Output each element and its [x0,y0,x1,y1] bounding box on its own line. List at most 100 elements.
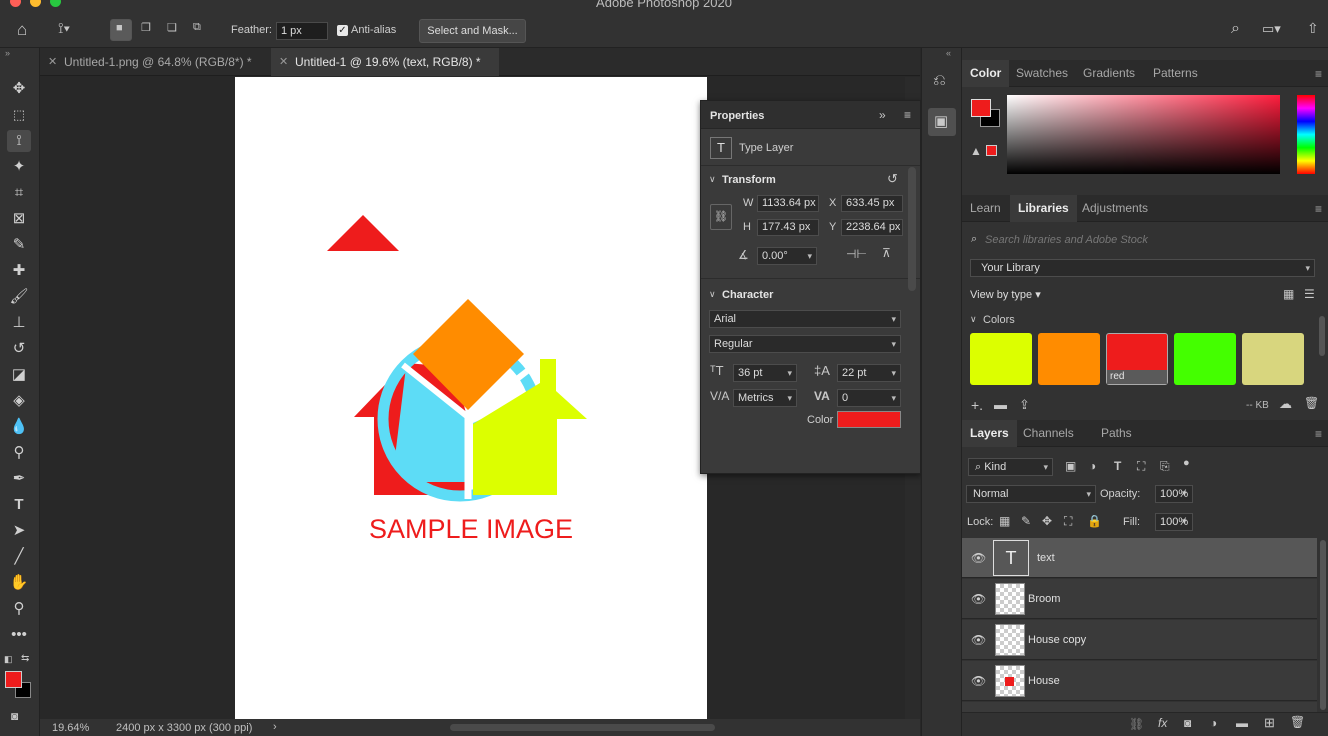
flip-vertical-icon[interactable]: ⊼ [882,246,891,260]
marquee-tool-icon[interactable]: ⬚ [7,104,31,126]
fg-color-chip[interactable] [971,99,991,117]
default-colors-icon[interactable]: ◧ [4,654,13,665]
chevron-down-icon[interactable]: ∨ [970,314,977,325]
trash-icon[interactable]: 🗑 [1304,396,1319,410]
expand-panels-icon[interactable]: « [946,48,951,58]
properties-scrollbar[interactable] [908,167,916,291]
fill-caret-icon[interactable]: ▾ [1182,516,1187,527]
polygonal-lasso-preset-icon[interactable]: ⟟▾ [58,20,70,37]
link-dimensions-icon[interactable]: ⛓ [710,204,732,230]
opacity-caret-icon[interactable]: ▾ [1182,488,1187,499]
text-color-swatch[interactable] [837,411,901,428]
lock-artboard-icon[interactable]: ⛶ [1064,514,1072,529]
panel-menu-icon[interactable]: ≡ [904,108,911,122]
view-by-type-dropdown[interactable]: View by type ▾ [970,288,1041,301]
workspace-icon[interactable]: ▭▾ [1262,21,1281,37]
height-input[interactable]: 177.43 px [757,219,819,236]
flip-horizontal-icon[interactable]: ⊣⊢ [846,247,867,261]
tab-adjustments[interactable]: Adjustments [1074,195,1156,222]
library-search-input[interactable]: Search libraries and Adobe Stock [985,234,1148,246]
quick-mask-icon[interactable]: ◙ [11,709,18,723]
tab-learn[interactable]: Learn [962,195,1009,222]
tab-gradients[interactable]: Gradients [1075,60,1143,87]
eyedropper-tool-icon[interactable]: ✎ [7,234,31,256]
frame-tool-icon[interactable]: ⊠ [7,208,31,230]
layer-row-broom[interactable]: 👁 Broom [962,579,1317,619]
document-canvas[interactable]: SAMPLE IMAGE [235,77,707,719]
font-size-input[interactable]: 36 pt ▾ [733,364,797,382]
add-selection-button[interactable]: ❐ [136,19,158,41]
filter-type-icon[interactable]: T [1114,459,1121,473]
collapse-icon[interactable]: » [5,48,10,58]
magic-wand-tool-icon[interactable]: ✦ [7,156,31,178]
angle-input[interactable]: 0.00° ▾ [757,247,817,265]
chevron-down-icon[interactable]: ∨ [709,289,716,300]
sample-image-text[interactable]: SAMPLE IMAGE [369,514,573,544]
share-icon[interactable]: ⇧ [1307,20,1319,37]
lock-transparent-icon[interactable]: ▦ [999,514,1010,528]
character-title[interactable]: Character [722,289,773,301]
lock-position-icon[interactable]: ✥ [1042,514,1052,528]
library-swatch-green[interactable] [1174,333,1236,385]
transform-title[interactable]: Transform [722,174,776,186]
intersect-selection-button[interactable]: ⧉ [188,19,210,41]
tracking-select[interactable]: 0 ▾ [837,389,901,407]
new-group-icon[interactable]: ▬ [1236,716,1248,730]
library-swatch-yellow[interactable] [970,333,1032,385]
list-view-icon[interactable]: ☰ [1304,287,1315,301]
font-family-select[interactable]: Arial ▾ [709,310,901,328]
visibility-eye-icon[interactable]: 👁 [971,674,986,688]
zoom-tool-icon[interactable]: ⚲ [7,598,31,620]
feather-input[interactable]: 1 px [276,22,328,40]
library-swatch-red[interactable]: red [1106,333,1168,385]
swap-colors-icon[interactable]: ⇆ [21,653,29,664]
panel-menu-icon[interactable]: ≡ [1315,427,1322,441]
tab-patterns[interactable]: Patterns [1145,60,1206,87]
colors-section-title[interactable]: Colors [983,314,1015,326]
gamut-color-chip[interactable] [986,145,997,156]
color-field[interactable] [1007,95,1280,174]
new-layer-icon[interactable]: ⊞ [1264,715,1275,731]
panel-menu-icon[interactable]: ≡ [1315,202,1322,216]
layer-row-house[interactable]: 👁 House [962,661,1317,701]
library-swatch-khaki[interactable] [1242,333,1304,385]
visibility-eye-icon[interactable]: 👁 [971,592,986,606]
reset-transform-icon[interactable]: ↺ [887,171,898,187]
zoom-level[interactable]: 19.64% [52,722,89,734]
visibility-eye-icon[interactable]: 👁 [971,633,986,647]
properties-panel-button[interactable]: ▣ [928,108,956,136]
brush-tool-icon[interactable]: 🖌 [7,286,31,308]
layer-row-partial[interactable] [962,702,1317,712]
line-tool-icon[interactable]: ╱ [7,546,31,568]
layers-scrollbar[interactable] [1320,540,1326,710]
path-selection-tool-icon[interactable]: ➤ [7,520,31,542]
visibility-eye-icon[interactable]: 👁 [971,551,986,565]
hand-tool-icon[interactable]: ✋ [7,572,31,594]
kerning-select[interactable]: Metrics ▾ [733,389,797,407]
filter-smart-object-icon[interactable]: ⎘ [1160,459,1170,474]
layer-filter-kind[interactable]: ⌕ Kind ▾ [968,458,1053,476]
paint-bucket-tool-icon[interactable]: ◈ [7,390,31,412]
panel-menu-icon[interactable]: ≡ [1315,67,1322,81]
filter-shape-icon[interactable]: ⛶ [1137,459,1145,474]
type-tool-icon[interactable]: T [7,494,31,516]
move-tool-icon[interactable]: ✥ [7,78,31,100]
adjustment-layer-icon[interactable]: ◑ [1210,716,1217,730]
history-brush-tool-icon[interactable]: ↺ [7,338,31,360]
pen-tool-icon[interactable]: ✒ [7,468,31,490]
delete-layer-icon[interactable]: 🗑 [1290,715,1305,729]
folder-icon[interactable]: ▬ [994,397,1007,412]
libraries-scrollbar[interactable] [1319,316,1325,356]
font-style-select[interactable]: Regular ▾ [709,335,901,353]
more-tools-icon[interactable]: ••• [7,624,31,646]
dodge-tool-icon[interactable]: ⚲ [7,442,31,464]
clone-stamp-tool-icon[interactable]: ⊥ [7,312,31,334]
tab-channels[interactable]: Channels [1015,420,1082,447]
opacity-input[interactable]: 100% [1155,485,1193,503]
hue-slider[interactable] [1297,95,1315,174]
foreground-color-swatch[interactable] [5,671,22,688]
grid-view-icon[interactable]: ▦ [1283,287,1294,301]
lasso-tool-icon[interactable]: ⟟ [7,130,31,152]
antialias-checkbox[interactable]: ✓ [337,25,348,36]
upload-icon[interactable]: ⇪ [1019,397,1030,413]
